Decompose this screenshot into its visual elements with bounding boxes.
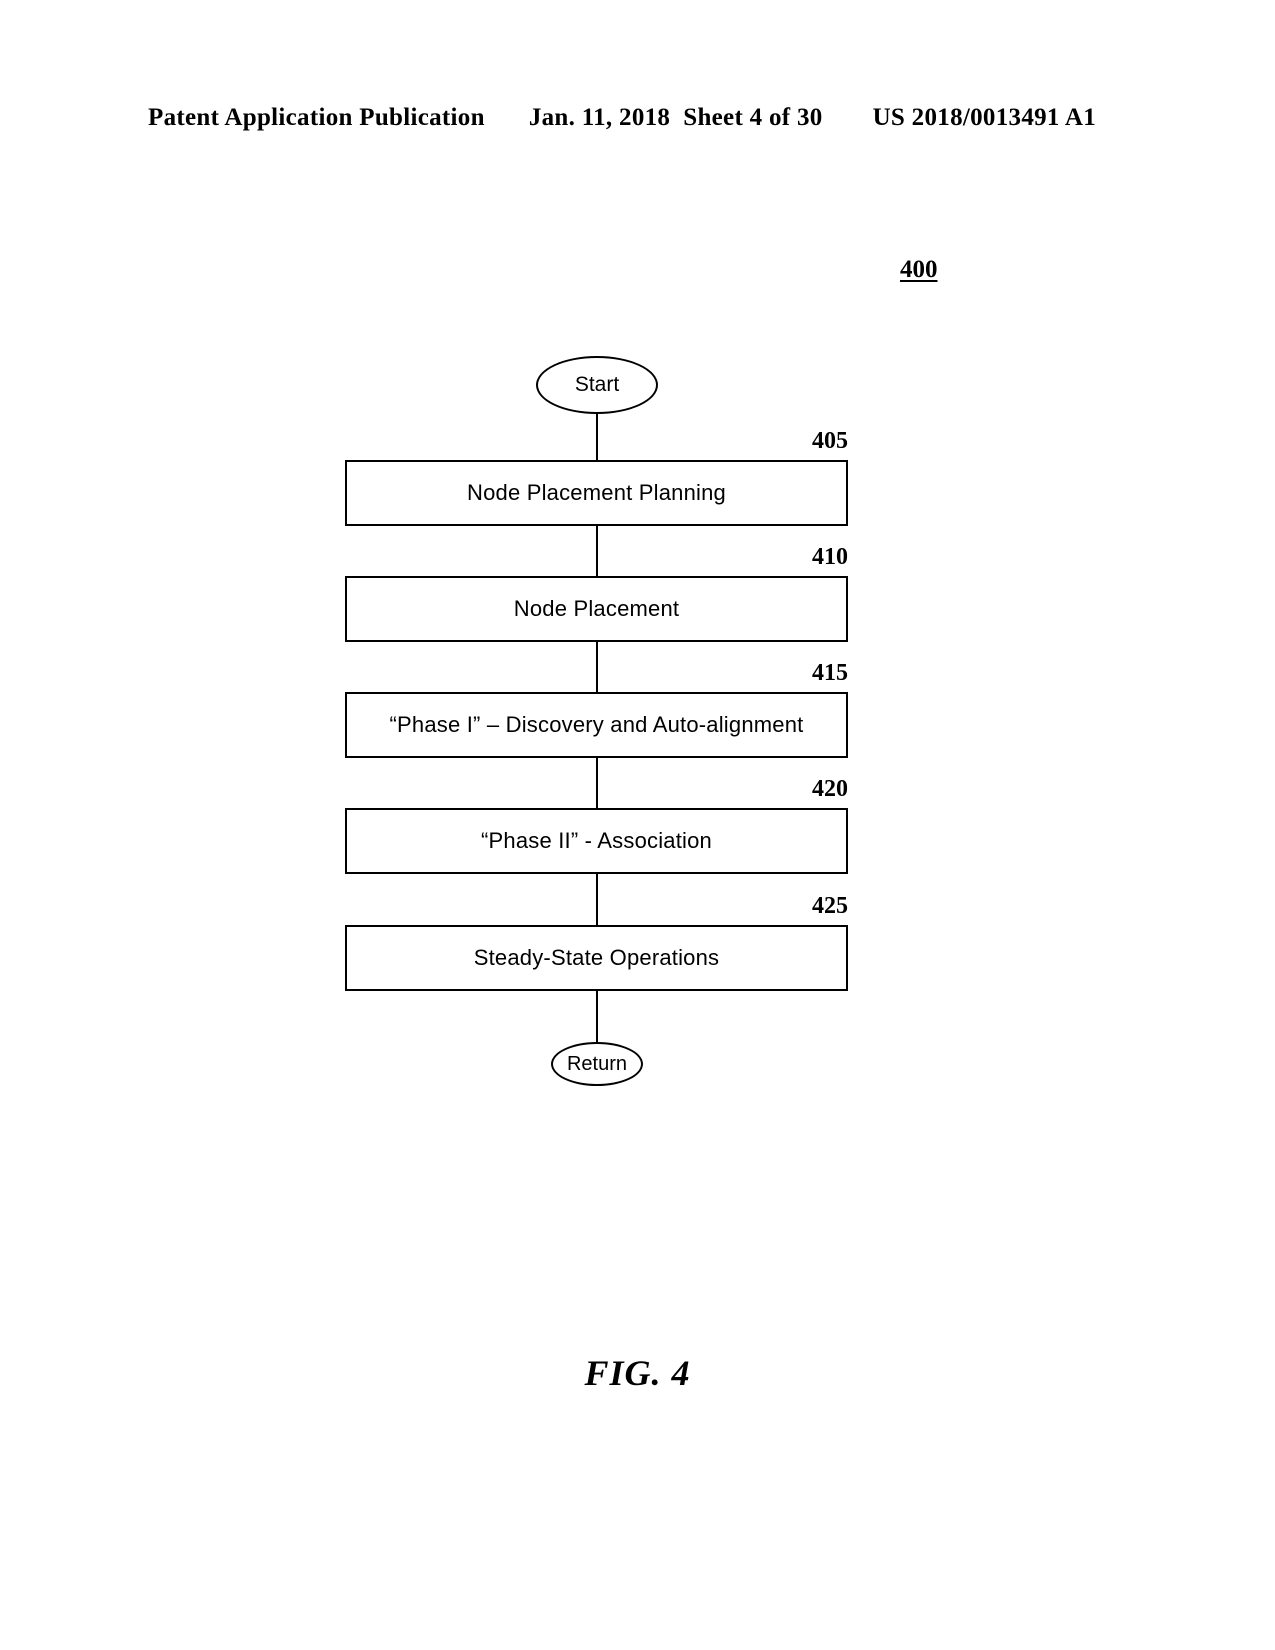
- header-date-text: Jan. 11, 2018: [528, 104, 671, 131]
- process-box-420: “Phase II” - Association: [345, 808, 848, 874]
- process-box-410-label: Node Placement: [513, 596, 680, 621]
- header-publication-text: Patent Application Publication: [148, 104, 485, 131]
- connector-405-to-410: [596, 526, 599, 576]
- process-box-420-label: “Phase II” - Association: [480, 828, 712, 853]
- process-box-405: Node Placement Planning: [345, 460, 848, 526]
- return-terminal-label: Return: [566, 1052, 628, 1075]
- flowchart-return-terminal: Return: [551, 1042, 643, 1086]
- reference-numeral-405: 405: [812, 428, 848, 454]
- header-sheet-text: Sheet 4 of 30: [683, 104, 823, 131]
- connector-420-to-425: [596, 874, 599, 925]
- flowchart: Start 405 Node Placement Planning 410 No…: [0, 340, 1275, 1100]
- connector-410-to-415: [596, 642, 599, 692]
- connector-415-to-420: [596, 758, 599, 808]
- connector-425-to-return: [596, 991, 599, 1043]
- process-box-410: Node Placement: [345, 576, 848, 642]
- figure-reference-numeral: 400: [900, 256, 938, 283]
- process-box-415-label: “Phase I” – Discovery and Auto-alignment: [389, 712, 804, 737]
- header-patent-number: US 2018/0013491 A1: [872, 104, 1097, 131]
- page-header: Patent Application Publication Jan. 11, …: [148, 104, 1096, 138]
- figure-caption: FIG. 4: [584, 1353, 691, 1393]
- process-box-415: “Phase I” – Discovery and Auto-alignment: [345, 692, 848, 758]
- connector-start-to-step-405: [596, 413, 599, 461]
- process-box-425-label: Steady-State Operations: [473, 945, 720, 970]
- process-box-425: Steady-State Operations: [345, 925, 848, 991]
- process-box-405-label: Node Placement Planning: [467, 480, 726, 505]
- flowchart-start-terminal: Start: [536, 356, 658, 414]
- start-terminal-label: Start: [574, 373, 620, 396]
- reference-numeral-410: 410: [812, 544, 848, 570]
- reference-numeral-415: 415: [812, 660, 848, 686]
- reference-numeral-425: 425: [812, 893, 848, 919]
- reference-numeral-420: 420: [812, 776, 848, 802]
